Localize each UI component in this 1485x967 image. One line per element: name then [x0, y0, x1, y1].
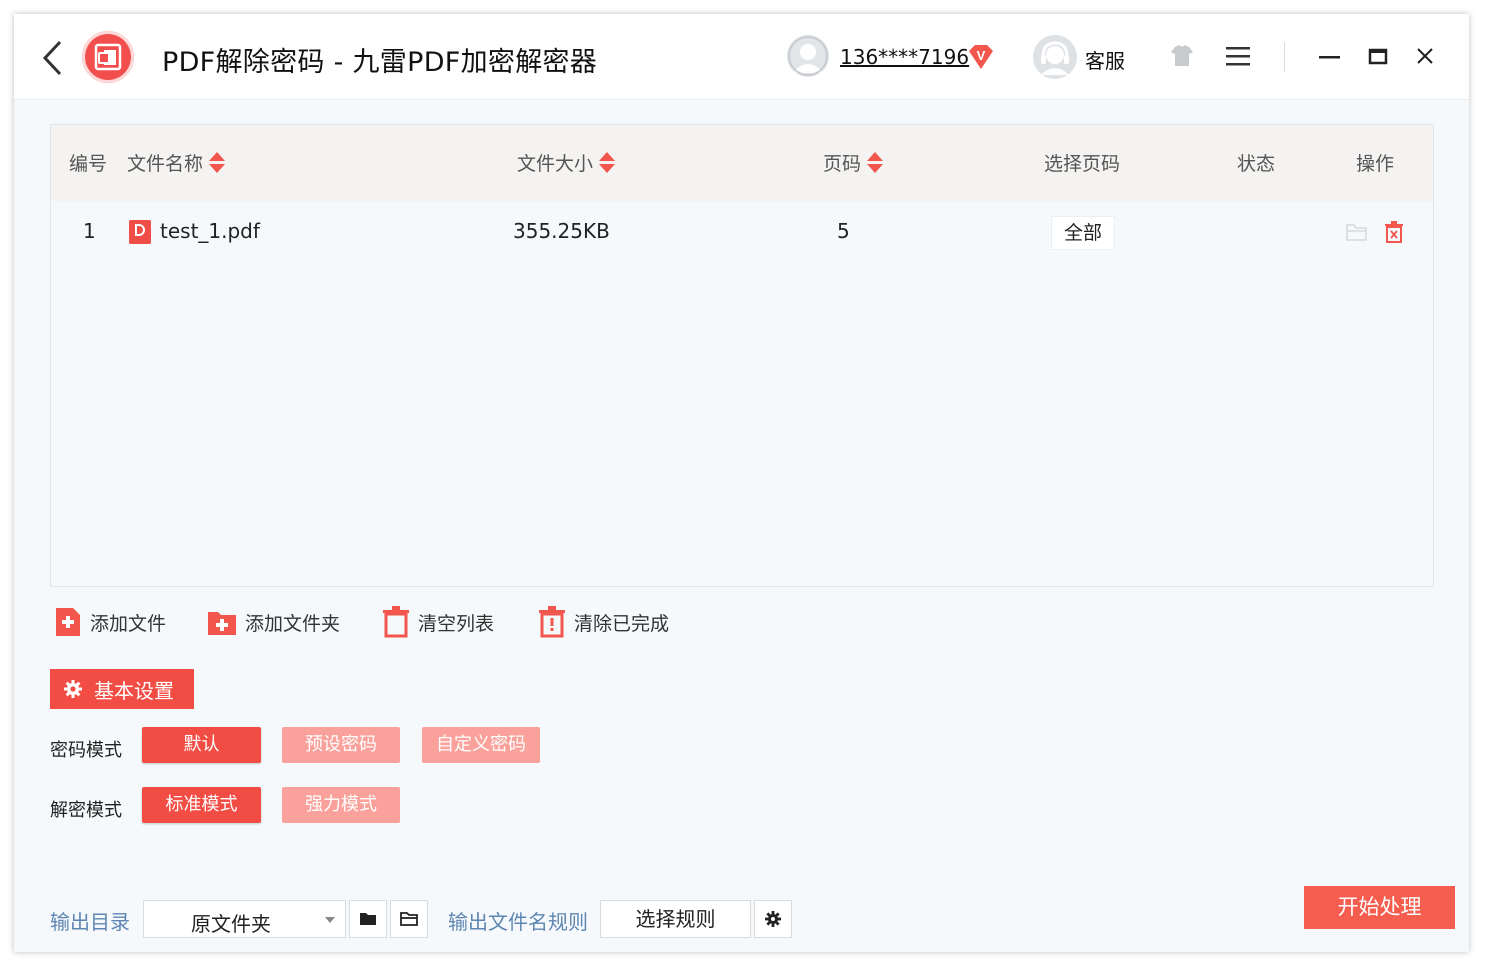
folder-open-icon: [391, 901, 427, 937]
headset-icon: [1033, 35, 1077, 79]
start-processing-button[interactable]: 开始处理: [1304, 886, 1455, 929]
pdf-file-icon: [129, 220, 151, 244]
table-row[interactable]: 1 test_1.pdf 355.25KB 5 全部: [51, 201, 1433, 263]
clear-list-button[interactable]: 清空列表: [382, 606, 494, 638]
browse-folder-button[interactable]: [349, 900, 387, 938]
header-actions: 操作: [1356, 149, 1394, 176]
gear-icon: [755, 901, 791, 937]
app-title: PDF解除密码 - 九雷PDF加密解密器: [162, 40, 597, 79]
user-phone-link[interactable]: 136****7196: [840, 45, 969, 69]
header-file-name-label: 文件名称: [127, 149, 203, 176]
user-avatar-icon: [787, 35, 829, 77]
output-dir-select[interactable]: 原文件夹: [143, 900, 346, 938]
clear-done-button[interactable]: 清除已完成: [538, 606, 669, 638]
clear-done-label: 清除已完成: [574, 609, 669, 636]
sort-file-size-icon[interactable]: [599, 152, 615, 174]
header-index-label: 编号: [69, 149, 107, 176]
header-select-pages-label: 选择页码: [1044, 149, 1120, 176]
vip-badge-icon[interactable]: V: [965, 41, 997, 73]
app-logo: [82, 31, 134, 83]
add-folder-icon: [207, 606, 237, 638]
menu-icon[interactable]: [1220, 38, 1256, 74]
trash-icon: [382, 606, 410, 638]
header-index: 编号: [69, 149, 107, 176]
add-file-label: 添加文件: [90, 609, 166, 636]
chevron-down-icon: [325, 917, 335, 923]
folder-filled-icon: [350, 901, 386, 937]
add-folder-label: 添加文件夹: [245, 609, 340, 636]
header-status: 状态: [1237, 149, 1275, 176]
app-window: PDF解除密码 - 九雷PDF加密解密器 136****7196 V: [14, 14, 1469, 952]
title-bar: PDF解除密码 - 九雷PDF加密解密器 136****7196 V: [14, 14, 1469, 100]
titlebar-divider: [1284, 42, 1285, 72]
row-file-name: test_1.pdf: [160, 219, 260, 243]
sort-pages-icon[interactable]: [867, 152, 883, 174]
add-folder-button[interactable]: 添加文件夹: [207, 606, 340, 638]
password-mode-label: 密码模式: [50, 736, 122, 762]
basic-settings-label: 基本设置: [94, 675, 174, 704]
row-index: 1: [83, 219, 96, 243]
output-dir-value: 原文件夹: [191, 908, 271, 937]
clear-list-label: 清空列表: [418, 609, 494, 636]
skin-shirt-icon[interactable]: [1164, 38, 1200, 74]
open-folder-icon[interactable]: [1345, 221, 1369, 243]
maximize-icon[interactable]: [1360, 38, 1396, 74]
app-logo-icon: [82, 31, 134, 83]
password-mode-preset[interactable]: 预设密码: [282, 727, 400, 763]
decrypt-mode-label: 解密模式: [50, 796, 122, 822]
close-icon[interactable]: [1407, 38, 1443, 74]
gear-icon: [64, 680, 82, 698]
header-file-name[interactable]: 文件名称: [127, 149, 225, 176]
sort-file-name-icon[interactable]: [209, 152, 225, 174]
open-output-folder-button[interactable]: [390, 900, 428, 938]
header-actions-label: 操作: [1356, 149, 1394, 176]
header-file-size-label: 文件大小: [517, 149, 593, 176]
decrypt-mode-standard[interactable]: 标准模式: [142, 787, 261, 823]
row-file-size: 355.25KB: [513, 219, 610, 243]
file-table: 编号 文件名称 文件大小 页码 选择页码 状态 操作 1 test_1.pdf …: [50, 124, 1434, 587]
header-pages[interactable]: 页码: [823, 149, 883, 176]
table-header: 编号 文件名称 文件大小 页码 选择页码 状态 操作: [51, 125, 1433, 201]
row-pages: 5: [837, 219, 850, 243]
trash-done-icon: [538, 606, 566, 638]
page-range-select[interactable]: 全部: [1051, 216, 1115, 250]
output-dir-label[interactable]: 输出目录: [50, 906, 130, 935]
password-mode-custom[interactable]: 自定义密码: [422, 727, 540, 763]
header-file-size[interactable]: 文件大小: [517, 149, 615, 176]
header-status-label: 状态: [1237, 149, 1275, 176]
back-arrow-icon[interactable]: [40, 38, 64, 78]
customer-service-label[interactable]: 客服: [1085, 45, 1125, 74]
select-rule-button[interactable]: 选择规则: [600, 900, 751, 938]
user-avatar[interactable]: [787, 35, 829, 77]
vip-badge-label: V: [977, 48, 986, 63]
customer-service-avatar[interactable]: [1033, 35, 1077, 79]
output-name-rule-label[interactable]: 输出文件名规则: [448, 906, 588, 935]
add-file-button[interactable]: 添加文件: [54, 606, 166, 638]
basic-settings-tab[interactable]: 基本设置: [50, 669, 194, 709]
rule-settings-button[interactable]: [754, 900, 792, 938]
header-select-pages: 选择页码: [1044, 149, 1120, 176]
decrypt-mode-force[interactable]: 强力模式: [282, 787, 400, 823]
password-mode-default[interactable]: 默认: [142, 727, 261, 763]
add-file-icon: [54, 606, 82, 638]
delete-file-icon[interactable]: [1383, 220, 1405, 244]
header-pages-label: 页码: [823, 149, 861, 176]
minimize-icon[interactable]: [1311, 38, 1347, 74]
